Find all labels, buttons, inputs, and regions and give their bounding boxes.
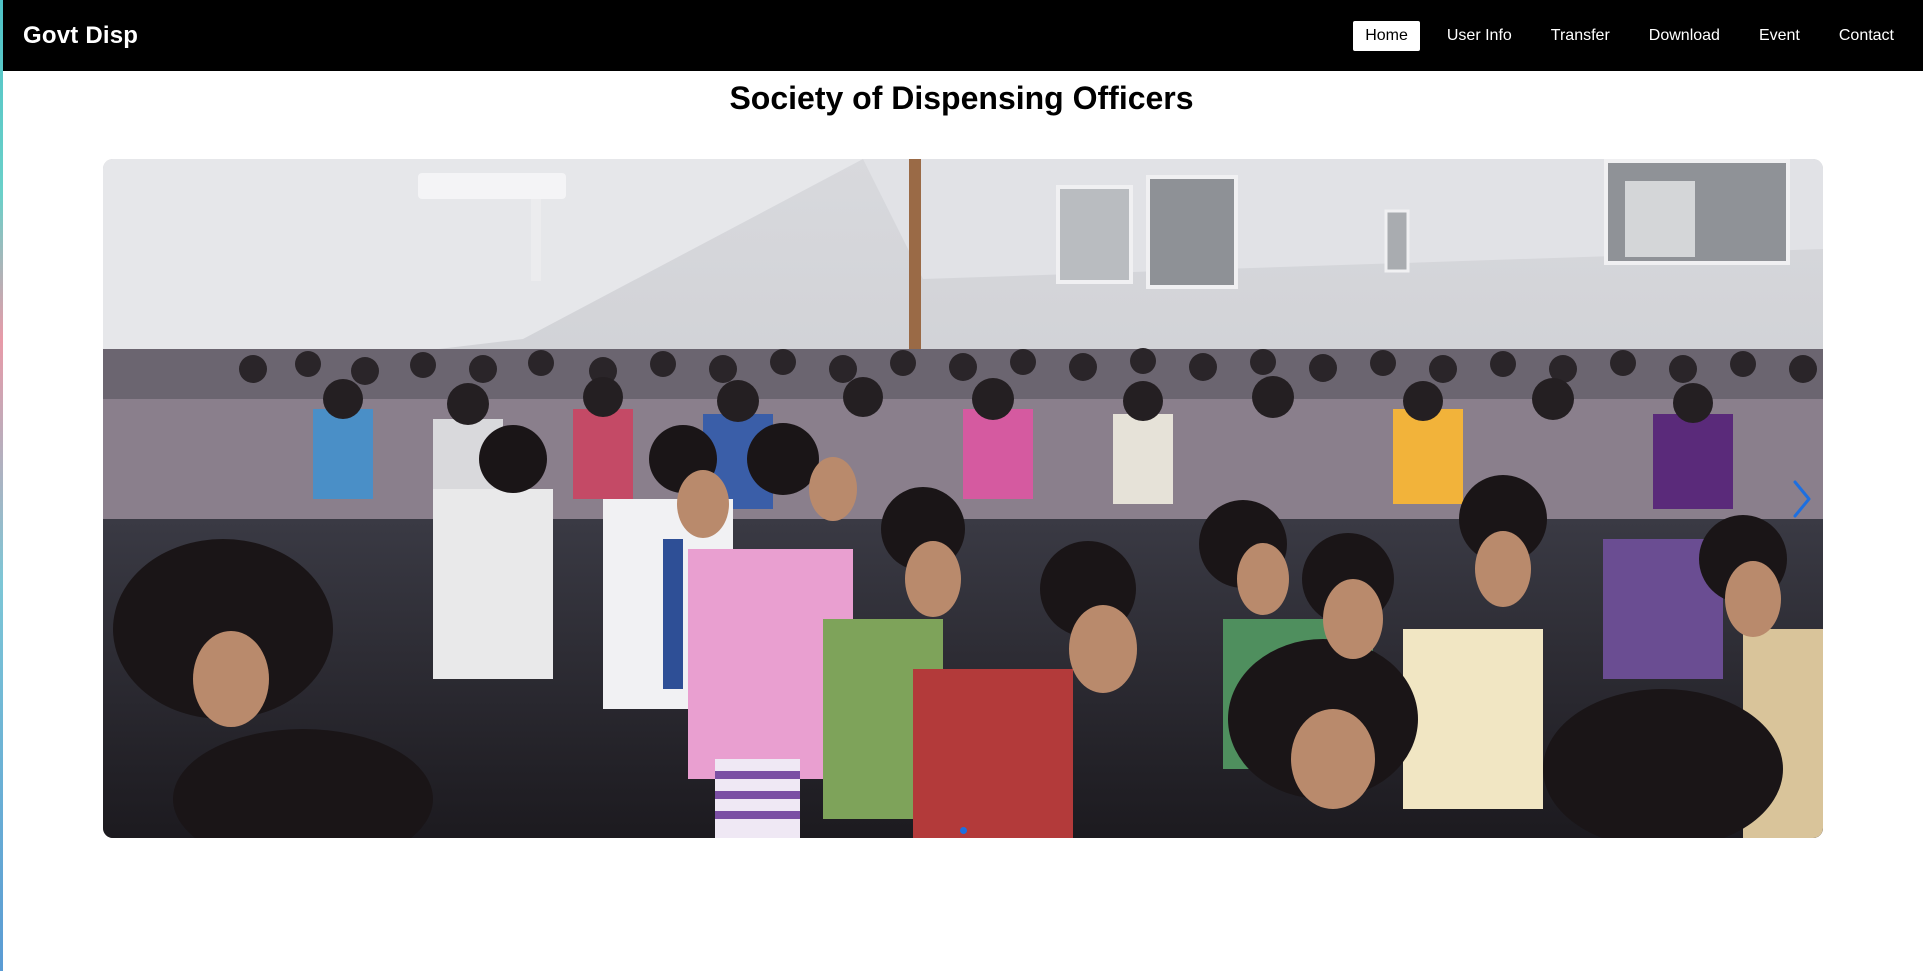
nav-transfer[interactable]: Transfer — [1539, 21, 1622, 51]
nav-event[interactable]: Event — [1747, 21, 1812, 51]
chevron-right-icon — [1793, 480, 1811, 518]
carousel-slide-image — [103, 159, 1823, 838]
nav-contact[interactable]: Contact — [1827, 21, 1906, 51]
window-edge — [0, 0, 3, 971]
carousel-pagination — [103, 827, 1823, 834]
carousel-next-button[interactable] — [1787, 479, 1817, 519]
carousel-dot-active[interactable] — [959, 827, 967, 834]
image-carousel[interactable] — [103, 159, 1823, 838]
nav-links: Home User Info Transfer Download Event C… — [1346, 20, 1906, 51]
nav-home[interactable]: Home — [1353, 20, 1420, 51]
top-navbar: Govt Disp Home User Info Transfer Downlo… — [3, 0, 1923, 71]
page: Govt Disp Home User Info Transfer Downlo… — [0, 0, 1923, 971]
nav-download[interactable]: Download — [1637, 21, 1732, 51]
nav-user-info[interactable]: User Info — [1435, 21, 1524, 51]
brand-logo[interactable]: Govt Disp — [23, 22, 138, 50]
page-title: Society of Dispensing Officers — [729, 80, 1194, 116]
